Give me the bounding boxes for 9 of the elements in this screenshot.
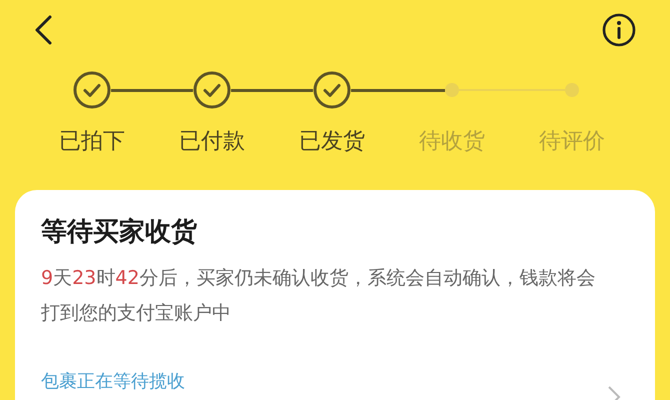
status-notice: 9天23时42分后，买家仍未确认收货，系统会自动确认，钱款将会打到您的支付宝账户中: [41, 266, 596, 326]
step-label: 待收货: [419, 128, 485, 156]
info-icon[interactable]: [602, 13, 636, 47]
step-label: 已付款: [179, 128, 245, 156]
step-label: 已拍下: [59, 128, 125, 156]
step-label: 待评价: [539, 128, 605, 156]
step-label: 已发货: [299, 128, 365, 156]
tracking-link[interactable]: 包裹正在等待揽收: [41, 369, 185, 393]
card-title: 等待买家收货: [41, 216, 197, 249]
